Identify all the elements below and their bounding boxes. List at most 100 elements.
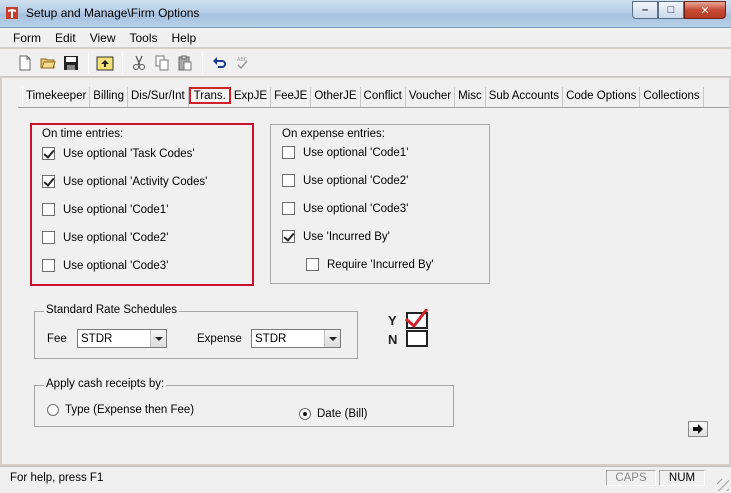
task-codes-option[interactable]: Use optional 'Task Codes'	[42, 147, 195, 160]
time-code3-label: Use optional 'Code3'	[63, 259, 169, 272]
copy-icon[interactable]	[151, 52, 173, 74]
num-indicator: NUM	[659, 470, 705, 486]
expense-code2-checkbox[interactable]	[282, 174, 295, 187]
cut-icon[interactable]	[128, 52, 150, 74]
fee-label: Fee	[47, 333, 67, 345]
chevron-down-icon[interactable]	[150, 330, 166, 347]
close-button[interactable]: ✕	[684, 1, 726, 19]
new-document-icon[interactable]	[14, 52, 36, 74]
yes-no-checkbox-icon: Y N	[388, 309, 429, 347]
rate-schedules-title: Standard Rate Schedules	[44, 304, 180, 316]
caps-indicator: CAPS	[606, 470, 656, 486]
tab-trans[interactable]: Trans.	[188, 87, 231, 104]
next-arrow-button[interactable]	[688, 421, 708, 437]
menu-form[interactable]: Form	[6, 29, 48, 47]
paste-icon[interactable]	[174, 52, 196, 74]
toolbar-separator	[122, 52, 123, 73]
expense-select-value: STDR	[255, 332, 287, 345]
activity-codes-checkbox[interactable]	[42, 175, 55, 188]
fee-select-value: STDR	[81, 332, 113, 345]
spellcheck-icon[interactable]: ABC	[231, 52, 253, 74]
expense-label: Expense	[197, 333, 242, 345]
tab-misc[interactable]: Misc	[455, 87, 486, 107]
title-bar: Setup and Manage\Firm Options – □ ✕	[0, 0, 731, 28]
task-codes-label: Use optional 'Task Codes'	[63, 147, 195, 160]
type-radio-label: Type (Expense then Fee)	[65, 404, 195, 416]
tab-sub-accounts[interactable]: Sub Accounts	[486, 87, 564, 107]
menu-tools[interactable]: Tools	[122, 29, 164, 47]
tab-underline	[18, 107, 729, 108]
fee-select[interactable]: STDR	[77, 329, 167, 348]
date-bill-option[interactable]: Date (Bill)	[299, 408, 367, 420]
tab-strip: Timekeeper Billing Dis/Sur/Int Trans. Ex…	[22, 87, 704, 107]
activity-codes-option[interactable]: Use optional 'Activity Codes'	[42, 175, 207, 188]
require-incurred-by-option[interactable]: Require 'Incurred By'	[306, 258, 434, 271]
minimize-button[interactable]: –	[632, 1, 658, 19]
incurred-by-checkbox[interactable]	[282, 230, 295, 243]
open-folder-icon[interactable]	[37, 52, 59, 74]
app-icon	[6, 7, 18, 19]
expense-code1-label: Use optional 'Code1'	[303, 146, 409, 159]
tab-feeje[interactable]: FeeJE	[271, 87, 312, 107]
type-expense-then-fee-option[interactable]: Type (Expense then Fee)	[47, 404, 194, 416]
tab-otherje[interactable]: OtherJE	[311, 87, 361, 107]
cash-receipts-group: Apply cash receipts by: Type (Expense th…	[34, 378, 454, 427]
require-incurred-by-label: Require 'Incurred By'	[327, 258, 434, 271]
time-code2-label: Use optional 'Code2'	[63, 231, 169, 244]
menu-help[interactable]: Help	[165, 29, 204, 47]
tab-expje[interactable]: ExpJE	[231, 87, 272, 107]
require-incurred-by-checkbox[interactable]	[306, 258, 319, 271]
no-letter: N	[388, 332, 397, 347]
maximize-button[interactable]: □	[658, 1, 684, 19]
client-area: Timekeeper Billing Dis/Sur/Int Trans. Ex…	[2, 78, 729, 464]
tab-collections[interactable]: Collections	[640, 87, 704, 107]
expense-code2-option[interactable]: Use optional 'Code2'	[282, 174, 408, 187]
status-help-text: For help, press F1	[10, 472, 104, 484]
tab-code-options[interactable]: Code Options	[563, 87, 641, 107]
undo-icon[interactable]	[208, 52, 230, 74]
tab-voucher[interactable]: Voucher	[406, 87, 456, 107]
incurred-by-option[interactable]: Use 'Incurred By'	[282, 230, 390, 243]
time-code2-checkbox[interactable]	[42, 231, 55, 244]
resize-grip[interactable]	[717, 479, 729, 491]
task-codes-checkbox[interactable]	[42, 147, 55, 160]
menu-bar: Form Edit View Tools Help	[0, 28, 731, 48]
type-radio[interactable]	[47, 404, 59, 416]
chevron-down-icon[interactable]	[324, 330, 340, 347]
status-bar: For help, press F1 CAPS NUM	[0, 466, 731, 493]
time-code1-option[interactable]: Use optional 'Code1'	[42, 203, 168, 216]
up-folder-icon[interactable]	[94, 52, 116, 74]
toolbar: ABC	[0, 49, 731, 77]
toolbar-separator	[202, 52, 203, 73]
menu-edit[interactable]: Edit	[48, 29, 83, 47]
tab-timekeeper[interactable]: Timekeeper	[22, 87, 91, 107]
tab-billing[interactable]: Billing	[90, 87, 128, 107]
expense-code3-checkbox[interactable]	[282, 202, 295, 215]
time-code2-option[interactable]: Use optional 'Code2'	[42, 231, 168, 244]
menu-view[interactable]: View	[83, 29, 123, 47]
expense-code3-label: Use optional 'Code3'	[303, 202, 409, 215]
time-entries-title: On time entries:	[42, 128, 124, 140]
time-code3-checkbox[interactable]	[42, 259, 55, 272]
expense-code3-option[interactable]: Use optional 'Code3'	[282, 202, 408, 215]
date-radio[interactable]	[299, 408, 311, 420]
time-code1-label: Use optional 'Code1'	[63, 203, 169, 216]
tab-conflict[interactable]: Conflict	[361, 87, 406, 107]
expense-code1-option[interactable]: Use optional 'Code1'	[282, 146, 408, 159]
window-title: Setup and Manage\Firm Options	[26, 6, 200, 20]
save-icon[interactable]	[60, 52, 82, 74]
incurred-by-label: Use 'Incurred By'	[303, 230, 390, 243]
yes-letter: Y	[388, 313, 397, 328]
time-code1-checkbox[interactable]	[42, 203, 55, 216]
cash-receipts-title: Apply cash receipts by:	[44, 378, 167, 390]
arrow-right-icon	[693, 424, 703, 434]
tab-dis-sur-int[interactable]: Dis/Sur/Int	[128, 87, 189, 107]
time-entries-group: On time entries: Use optional 'Task Code…	[30, 123, 254, 286]
expense-entries-group: On expense entries: Use optional 'Code1'…	[270, 124, 490, 284]
date-radio-label: Date (Bill)	[317, 408, 368, 420]
expense-select[interactable]: STDR	[251, 329, 341, 348]
toolbar-separator	[88, 52, 89, 73]
time-code3-option[interactable]: Use optional 'Code3'	[42, 259, 168, 272]
expense-code1-checkbox[interactable]	[282, 146, 295, 159]
activity-codes-label: Use optional 'Activity Codes'	[63, 175, 208, 188]
